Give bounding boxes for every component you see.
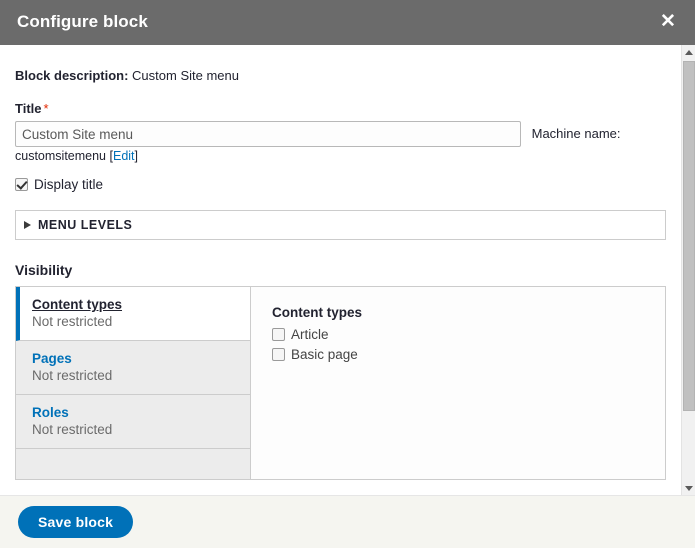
sidebar-item-pages[interactable]: Pages Not restricted <box>16 341 250 396</box>
sidebar-item-content-types[interactable]: Content types Not restricted <box>16 287 250 342</box>
menu-levels-details[interactable]: Menu levels <box>15 210 666 241</box>
close-icon[interactable]: ✕ <box>654 9 682 35</box>
save-block-button[interactable]: Save block <box>18 506 134 538</box>
title-row: Machine name: <box>15 121 666 148</box>
menu-levels-summary[interactable]: Menu levels <box>16 211 665 239</box>
configure-block-dialog: Configure block ✕ Block description: Cus… <box>0 0 695 548</box>
machine-name-value: customsitemenu <box>15 149 107 164</box>
tab-summary: Not restricted <box>32 422 113 438</box>
display-title-row: Display title <box>15 177 666 192</box>
dialog-titlebar: Configure block ✕ <box>0 0 695 45</box>
content-type-option-article: Article <box>272 327 645 342</box>
machine-name-edit-link[interactable]: Edit <box>113 149 135 163</box>
tab-title: Pages <box>32 351 72 367</box>
display-title-label[interactable]: Display title <box>34 177 103 192</box>
block-description-value: Custom Site menu <box>132 68 239 83</box>
vertical-tabs-list: Content types Not restricted Pages Not r… <box>16 287 251 480</box>
panel-heading: Content types <box>272 305 363 321</box>
scrollbar-thumb[interactable] <box>683 61 695 411</box>
triangle-right-icon <box>24 221 31 230</box>
dialog-footer: Save block <box>0 495 695 548</box>
title-form-item: Title* Machine name: customsitemenu [Edi… <box>15 101 666 163</box>
basic-page-checkbox[interactable] <box>272 348 285 362</box>
block-description: Block description: Custom Site menu <box>15 67 666 85</box>
dialog-title: Configure block <box>17 12 148 31</box>
tab-summary: Not restricted <box>32 314 113 330</box>
scroll-down-arrow-icon[interactable] <box>682 481 695 495</box>
article-checkbox[interactable] <box>272 328 285 342</box>
tab-title: Roles <box>32 405 69 421</box>
dialog-body: Block description: Custom Site menu Titl… <box>0 45 681 495</box>
basic-page-label[interactable]: Basic page <box>291 347 358 362</box>
menu-levels-label: Menu levels <box>38 218 133 233</box>
scrollbar[interactable] <box>681 45 695 495</box>
content-types-panel: Content types Article Basic page <box>252 287 665 480</box>
content-type-option-basic-page: Basic page <box>272 347 645 362</box>
sidebar-item-roles[interactable]: Roles Not restricted <box>16 395 250 450</box>
visibility-heading: Visibility <box>15 262 73 279</box>
dialog-body-inner: Block description: Custom Site menu Titl… <box>0 45 681 495</box>
title-input[interactable] <box>15 121 521 148</box>
scroll-up-arrow-icon[interactable] <box>682 45 695 59</box>
required-marker: * <box>43 101 49 117</box>
tab-title: Content types <box>32 297 123 313</box>
visibility-vertical-tabs: Content types Not restricted Pages Not r… <box>15 286 666 481</box>
machine-name-bracket-close: ] <box>134 149 139 164</box>
title-label: Title * <box>15 101 666 116</box>
machine-name-line: customsitemenu [Edit] <box>15 149 666 163</box>
tab-summary: Not restricted <box>32 368 113 384</box>
form-content: Block description: Custom Site menu Titl… <box>0 67 681 495</box>
title-label-text: Title <box>15 101 42 117</box>
article-label[interactable]: Article <box>291 327 329 342</box>
machine-name-label: Machine name: <box>531 126 621 142</box>
block-description-label: Block description: <box>15 68 129 83</box>
display-title-checkbox[interactable] <box>15 178 28 192</box>
